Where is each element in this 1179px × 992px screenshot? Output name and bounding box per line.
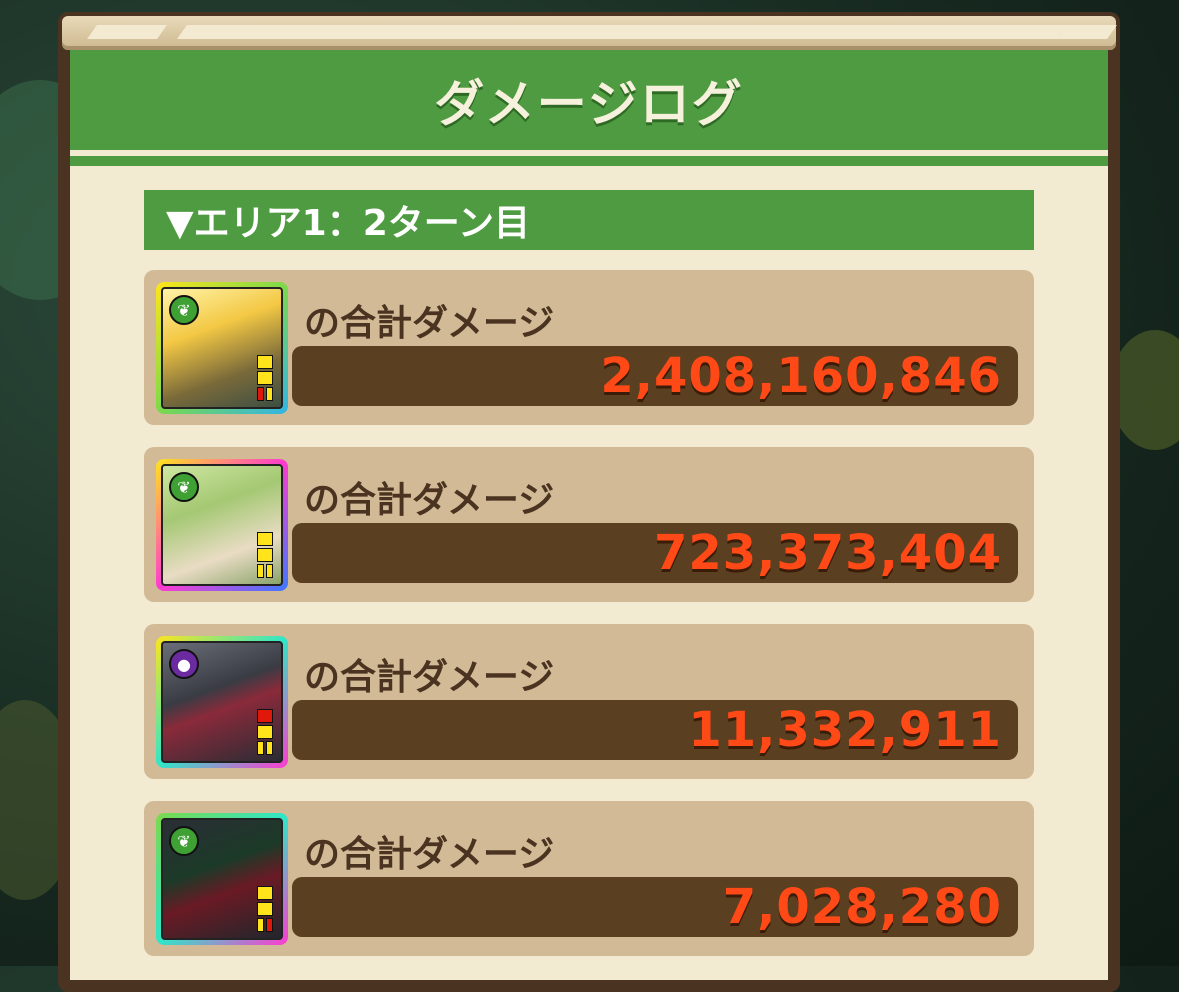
panel-top-bar xyxy=(62,16,1117,50)
monster-avatar: ❦ xyxy=(161,464,283,586)
damage-value-bar: 2,408,160,846 xyxy=(292,346,1018,406)
damage-value-bar: 7,028,280 xyxy=(292,877,1018,937)
page-title: ダメージログ xyxy=(434,75,744,133)
awakening-pips xyxy=(257,886,273,932)
damage-value: 723,373,404 xyxy=(653,525,1002,581)
damage-value: 2,408,160,846 xyxy=(600,348,1002,404)
damage-value: 7,028,280 xyxy=(722,879,1002,935)
damage-log-panel: ダメージログ ▼エリア1：2ターン目 ❦ の合計ダメージ 2,408,160,8… xyxy=(70,50,1108,980)
damage-value: 11,332,911 xyxy=(688,702,1002,758)
section-header[interactable]: ▼エリア1：2ターン目 xyxy=(144,190,1034,250)
leaf-orb-icon: ❦ xyxy=(169,295,199,325)
monster-avatar-frame[interactable]: ❦ xyxy=(156,813,288,945)
background-foliage xyxy=(1110,330,1179,450)
damage-entry: ❦ の合計ダメージ 7,028,280 xyxy=(144,801,1034,956)
entry-label: の合計ダメージ xyxy=(304,480,555,521)
entry-label: の合計ダメージ xyxy=(304,834,555,875)
damage-entry: ❦ の合計ダメージ 723,373,404 xyxy=(144,447,1034,602)
leaf-orb-icon: ❦ xyxy=(169,472,199,502)
damage-entry: ● の合計ダメージ 11,332,911 xyxy=(144,624,1034,779)
monster-avatar: ● xyxy=(161,641,283,763)
section-header-label: ▼エリア1：2ターン目 xyxy=(166,203,530,244)
dark-orb-icon: ● xyxy=(169,649,199,679)
monster-avatar: ❦ xyxy=(161,818,283,940)
damage-entry: ❦ の合計ダメージ 2,408,160,846 xyxy=(144,270,1034,425)
title-band: ダメージログ xyxy=(70,50,1108,156)
monster-avatar: ❦ xyxy=(161,287,283,409)
monster-avatar-frame[interactable]: ❦ xyxy=(156,459,288,591)
awakening-pips xyxy=(257,709,273,755)
entry-label: の合計ダメージ xyxy=(304,657,555,698)
awakening-pips xyxy=(257,355,273,401)
title-underline xyxy=(70,156,1108,166)
monster-avatar-frame[interactable]: ❦ xyxy=(156,282,288,414)
monster-avatar-frame[interactable]: ● xyxy=(156,636,288,768)
entry-label: の合計ダメージ xyxy=(304,303,555,344)
awakening-pips xyxy=(257,532,273,578)
damage-value-bar: 11,332,911 xyxy=(292,700,1018,760)
leaf-orb-icon: ❦ xyxy=(169,826,199,856)
damage-value-bar: 723,373,404 xyxy=(292,523,1018,583)
